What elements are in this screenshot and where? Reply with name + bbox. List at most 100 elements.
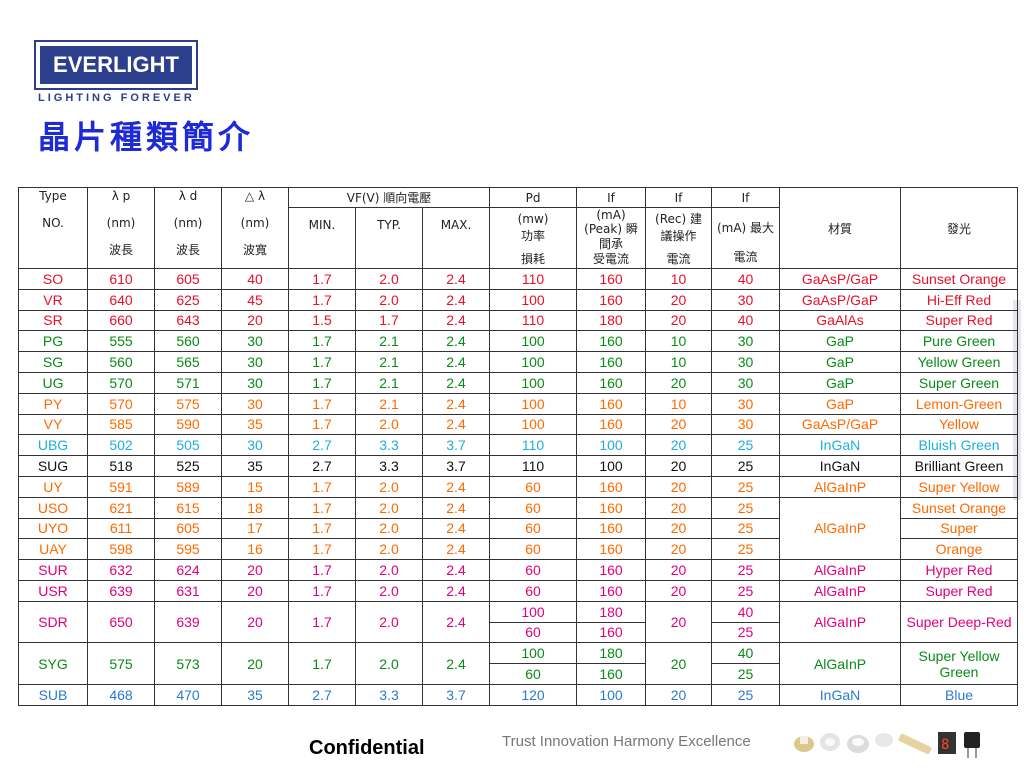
cell-type: VY [18,413,88,436]
cell-pd: 60 [489,496,578,519]
cell-dl: 20 [221,600,289,644]
cell-lp: 570 [87,371,155,394]
cell-type: SUG [18,455,88,477]
cell-pd-a: 100 [489,600,578,623]
header-if-peak: If [576,187,647,208]
cell-emission: Super Yellow [900,475,1019,498]
cell-pd: 100 [489,392,578,415]
cell-material: InGaN [779,434,902,457]
cell-type: SR [18,309,88,332]
header-emission: 發光 [900,187,1019,269]
cell-material: AlGaInP [779,600,902,644]
cell-typ: 3.3 [355,455,423,477]
header-if-peak-desc1: (Peak) 瞬 [584,222,638,236]
cell-pd: 110 [489,455,578,477]
header-pd: Pd [489,187,578,208]
cell-emission: Hi-Eff Red [900,288,1019,311]
cell-ifm: 25 [711,559,781,581]
cell-emission: Sunset Orange [900,268,1019,290]
header-ld-desc: 波長 [175,243,200,257]
cell-pd: 60 [489,517,578,540]
cell-typ: 2.0 [355,496,423,519]
cell-type: PG [18,330,88,353]
table-row: USO 621 615 18 1.7 2.0 2.4 60 160 20 25 AlGaInP Suns… [18,496,1019,561]
cell-dl: 17 [221,517,289,540]
cell-pd: 100 [489,371,578,394]
cell-typ: 2.0 [355,600,423,644]
cell-max: 2.4 [421,371,491,394]
cell-ifr: 20 [645,496,713,519]
cell-dl: 30 [221,434,289,457]
cell-lp: 640 [87,288,155,311]
table-row: PG 555 560 30 1.7 2.1 2.4 100 160 10 30 GaP Pure Gre… [18,330,1019,353]
cell-emission: Super Yellow Green [900,642,1019,685]
cell-ifp: 100 [576,434,647,457]
cell-min: 1.7 [288,538,356,561]
cell-emission: Super Red [900,309,1019,332]
cell-material: GaP [779,371,902,394]
cell-ifm: 30 [711,392,781,415]
cell-max: 3.7 [421,434,491,457]
cell-dl: 35 [221,683,289,706]
cell-lp: 591 [87,475,155,498]
cell-lp: 632 [87,559,155,581]
cell-lp: 570 [87,392,155,415]
cell-type: SDR [18,600,88,644]
cell-material: AlGaInP [779,642,902,685]
table-row: VR 640 625 45 1.7 2.0 2.4 100 160 20 30 GaAsP/GaP Hi… [18,288,1019,311]
cell-ifm: 30 [711,330,781,353]
cell-material: GaP [779,351,902,373]
cell-typ: 2.1 [355,371,423,394]
cell-ifr: 20 [645,371,713,394]
cell-min: 1.5 [288,309,356,332]
cell-ifm: 25 [711,475,781,498]
header-material: 材質 [779,187,902,269]
cell-ld: 624 [154,559,222,581]
cell-lp: 598 [87,538,155,561]
header-if-peak-desc3: 受電流 [593,252,630,266]
table-row: UY 591 589 15 1.7 2.0 2.4 60 160 20 25 AlGaInP Super… [18,475,1019,498]
cell-dl: 30 [221,351,289,373]
cell-ld: 565 [154,351,222,373]
header-pd-unit: (mw) [517,212,549,226]
cell-ifp: 160 [576,496,647,519]
cell-lp: 610 [87,268,155,290]
cell-pd: 100 [489,288,578,311]
header-if-max-desc2: 電流 [733,250,758,264]
table-row: UBG 502 505 30 2.7 3.3 3.7 110 100 20 25 InGaN Bluis… [18,434,1019,457]
cell-dl: 30 [221,371,289,394]
cell-lp: 611 [87,517,155,540]
cell-max: 2.4 [421,642,491,685]
cell-pd: 60 [489,559,578,581]
header-if-rec: If [645,187,713,208]
cell-typ: 2.0 [355,642,423,685]
cell-ld: 589 [154,475,222,498]
cell-ifm: 40 [711,309,781,332]
cell-ld: 643 [154,309,222,332]
header-if-peak-desc-cell: (mA) (Peak) 瞬 間承 受電流 [576,207,647,269]
cell-material: AlGaInP [779,496,902,561]
cell-min: 1.7 [288,413,356,436]
header-vf-max: MAX. [440,218,472,232]
cell-ifm: 25 [711,579,781,602]
cell-lp: 555 [87,330,155,353]
cell-pd-a: 100 [489,642,578,665]
logo-wordmark: EVERLIGHT [40,46,192,84]
led-products-graphic: 8 [794,732,980,758]
cell-ifm: 30 [711,351,781,373]
table-row: SUG 518 525 35 2.7 3.3 3.7 110 100 20 25 InGaN Brill… [18,455,1019,477]
cell-min: 1.7 [288,268,356,290]
cell-emission: Yellow [900,413,1019,436]
cell-ifr: 20 [645,434,713,457]
table-row: PY 570 575 30 1.7 2.1 2.4 100 160 10 30 GaP Lemon-Gr… [18,392,1019,415]
cell-lp: 468 [87,683,155,706]
cell-dl: 20 [221,559,289,581]
header-if-max: If [711,187,781,208]
header-pd-desc1: 功率 [521,229,546,243]
cell-ld: 615 [154,496,222,519]
cell-typ: 2.0 [355,288,423,311]
header-vf-typ: TYP. [377,218,401,232]
cell-ld: 505 [154,434,222,457]
cell-ifm-b: 25 [711,621,781,644]
cell-ifm: 30 [711,371,781,394]
